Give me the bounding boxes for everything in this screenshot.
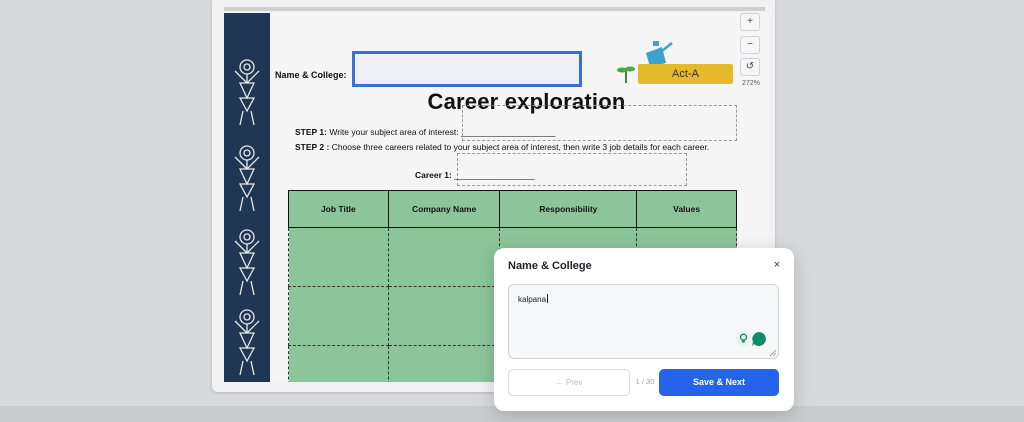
tribal-figure-icon (234, 145, 260, 212)
save-next-button[interactable]: Save & Next (659, 369, 779, 396)
text-caret (547, 294, 549, 303)
table-cell[interactable] (387, 286, 501, 346)
career-1-line: Career 1: _________________ (415, 169, 535, 181)
step-1-instructions: Write your subject area of interest: ___… (326, 127, 556, 137)
step-2-label: STEP 2 : (295, 142, 330, 152)
answer-value: kalpana (518, 295, 547, 304)
answer-modal: Name & College × kalpana ← Prev 1 / 30 S… (494, 248, 794, 411)
zoom-in-button[interactable]: + (740, 13, 760, 31)
career-1-label: Career 1: (415, 170, 452, 180)
name-college-label: Name & College: (275, 70, 347, 80)
zoom-out-button[interactable]: − (740, 36, 760, 54)
table-cell[interactable] (387, 227, 501, 287)
chat-icon[interactable] (751, 331, 767, 347)
step-2-instructions: Choose three careers related to your sub… (329, 142, 710, 152)
zoom-level: 272% (742, 80, 760, 87)
page-top-bar (224, 7, 765, 11)
zoom-reset-button[interactable]: ↺ (740, 58, 760, 76)
header-company-name: Company Name (387, 190, 501, 228)
tribal-figure-icon (234, 309, 260, 376)
name-college-field-highlight[interactable] (352, 51, 582, 87)
lightbulb-icon[interactable] (736, 331, 751, 346)
table-cell[interactable] (288, 345, 389, 382)
header-job-title: Job Title (288, 190, 389, 228)
modal-title: Name & College (508, 260, 592, 272)
decorative-border-strip (224, 13, 270, 382)
activity-badge: Act-A (638, 64, 733, 84)
header-responsibility: Responsibility (499, 190, 638, 228)
table-cell[interactable] (387, 345, 501, 382)
table-cell[interactable] (288, 286, 389, 346)
header-values: Values (636, 190, 737, 228)
career-1-blank: _________________ (454, 170, 535, 180)
step-1-text: STEP 1: Write your subject area of inter… (295, 126, 735, 138)
step-2-text: STEP 2 : Choose three careers related to… (295, 141, 715, 153)
resize-grip-icon[interactable] (770, 350, 776, 356)
table-cell[interactable] (288, 227, 389, 287)
step-1-label: STEP 1: (295, 127, 327, 137)
page-counter: 1 / 30 (635, 377, 655, 386)
close-icon[interactable]: × (770, 258, 784, 272)
tribal-figure-icon (234, 229, 260, 296)
answer-textarea[interactable]: kalpana (508, 284, 779, 359)
prev-button[interactable]: ← Prev (508, 369, 630, 396)
answer-text-wrap: kalpana (518, 294, 549, 304)
